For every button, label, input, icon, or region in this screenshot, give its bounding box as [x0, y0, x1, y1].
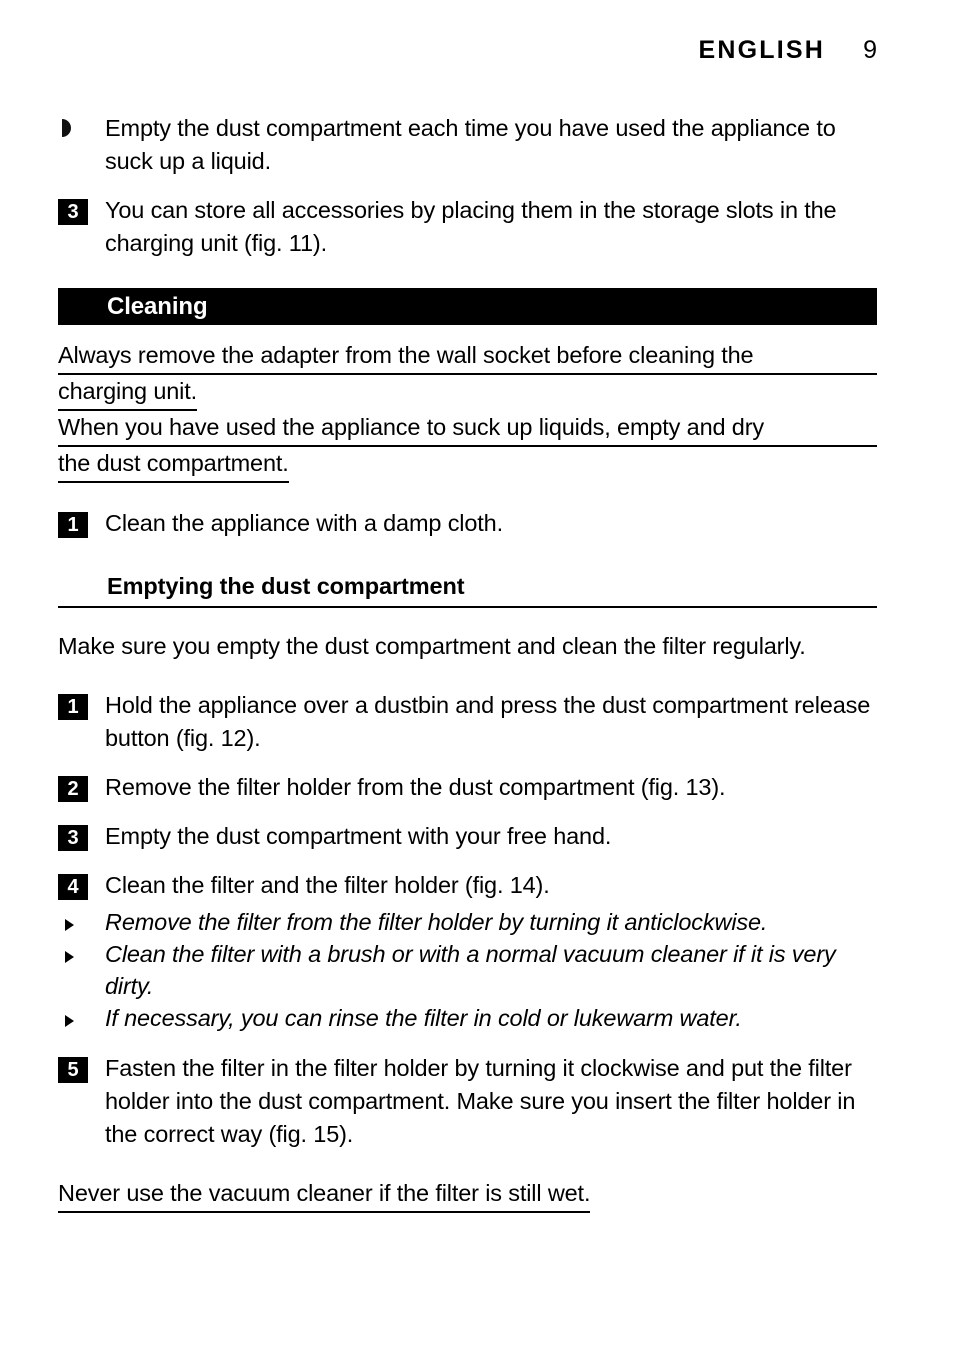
step-text: Clean the appliance with a damp cloth.	[105, 510, 503, 536]
warning-block: Always remove the adapter from the wall …	[58, 339, 877, 483]
step-number-badge: 3	[58, 825, 88, 851]
step-number-badge: 1	[58, 512, 88, 538]
step-text: Empty the dust compartment with your fre…	[105, 823, 612, 849]
header-language-label: ENGLISH	[698, 36, 825, 64]
step-text: Remove the filter holder from the dust c…	[105, 774, 726, 800]
page-content: Empty the dust compartment each time you…	[58, 112, 877, 1213]
step-text: Hold the appliance over a dustbin and pr…	[105, 692, 871, 751]
warning-line: Never use the vacuum cleaner if the filt…	[58, 1177, 590, 1213]
list-item: 3 You can store all accessories by placi…	[58, 194, 877, 260]
step-number-badge: 5	[58, 1057, 88, 1083]
list-item: 5 Fasten the filter in the filter holder…	[58, 1052, 877, 1151]
list-item: 2 Remove the filter holder from the dust…	[58, 771, 877, 804]
warning-paragraph: Never use the vacuum cleaner if the filt…	[58, 1177, 877, 1213]
document-page: ENGLISH 9 Empty the dust compartment eac…	[0, 0, 954, 1346]
subsection-heading: Emptying the dust compartment	[58, 570, 877, 608]
step-number-badge: 1	[58, 694, 88, 720]
list-item: Empty the dust compartment each time you…	[58, 112, 877, 178]
paragraph: Make sure you empty the dust compartment…	[58, 633, 806, 659]
triangle-bullet-icon	[65, 919, 74, 931]
step-number-badge: 4	[58, 874, 88, 900]
step-number-badge: 2	[58, 776, 88, 802]
triangle-bullet-icon	[65, 951, 74, 963]
page-number: 9	[863, 36, 877, 64]
list-item: 4 Clean the filter and the filter holder…	[58, 869, 877, 902]
list-item: Clean the filter with a brush or with a …	[58, 938, 877, 1002]
bullet-text: Empty the dust compartment each time you…	[105, 115, 836, 174]
warning-paragraph: When you have used the appliance to suck…	[58, 411, 877, 483]
list-item: 3 Empty the dust compartment with your f…	[58, 820, 877, 853]
list-item: If necessary, you can rinse the filter i…	[58, 1002, 877, 1034]
page-header: ENGLISH 9	[58, 38, 877, 63]
half-disc-bullet-icon	[62, 119, 71, 137]
step-text: Clean the filter and the filter holder (…	[105, 872, 550, 898]
warning-line: Always remove the adapter from the wall …	[58, 339, 877, 375]
list-item: 1 Hold the appliance over a dustbin and …	[58, 689, 877, 755]
step-text: You can store all accessories by placing…	[105, 197, 837, 256]
warning-line: charging unit.	[58, 375, 197, 411]
warning-line: the dust compartment.	[58, 447, 289, 483]
section-title: Cleaning	[107, 292, 208, 320]
list-item: Remove the filter from the filter holder…	[58, 906, 877, 938]
step-number-badge: 3	[58, 199, 88, 225]
sub-bullet-text: If necessary, you can rinse the filter i…	[105, 1005, 742, 1031]
warning-paragraph: Always remove the adapter from the wall …	[58, 339, 877, 411]
sub-bullet-text: Clean the filter with a brush or with a …	[105, 941, 836, 999]
step-text: Fasten the filter in the filter holder b…	[105, 1055, 856, 1147]
section-heading-bar: Cleaning	[58, 288, 877, 325]
subsection-title: Emptying the dust compartment	[107, 573, 465, 599]
sub-bullet-text: Remove the filter from the filter holder…	[105, 909, 768, 935]
horizontal-rule	[58, 606, 877, 608]
list-item: 1 Clean the appliance with a damp cloth.	[58, 507, 877, 540]
warning-line: When you have used the appliance to suck…	[58, 411, 877, 447]
triangle-bullet-icon	[65, 1015, 74, 1027]
